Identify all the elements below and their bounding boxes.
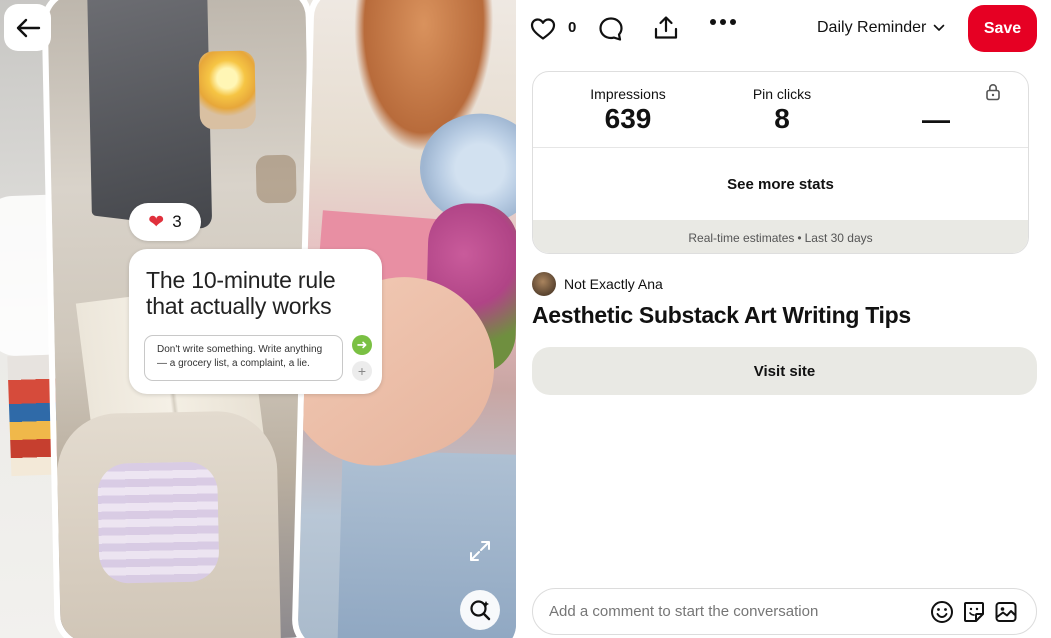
back-arrow-icon — [16, 18, 40, 37]
board-name: Daily Reminder — [817, 19, 927, 36]
pin-title: Aesthetic Substack Art Writing Tips — [532, 302, 911, 328]
impressions-value: 639 — [604, 103, 652, 134]
more-options-button[interactable] — [709, 18, 737, 26]
board-selector[interactable]: Daily Reminder — [817, 19, 945, 37]
author-row[interactable]: Not Exactly Ana — [532, 272, 663, 296]
impressions-stat: Impressions 639 — [573, 86, 683, 135]
sticker-button[interactable] — [961, 599, 987, 625]
pin-toolbar: 0 Daily Reminder Save — [516, 0, 1051, 58]
emoji-icon — [931, 601, 953, 623]
pin-clicks-value: 8 — [774, 103, 790, 134]
sticker-icon — [964, 602, 984, 622]
like-count: 0 — [568, 19, 577, 36]
visit-site-button[interactable]: Visit site — [532, 347, 1037, 395]
share-icon — [654, 16, 678, 39]
tip-card: The 10-minute rule that actually works D… — [129, 249, 382, 394]
impressions-label: Impressions — [590, 86, 666, 102]
like-button[interactable] — [530, 16, 556, 42]
chevron-down-icon — [934, 24, 945, 31]
send-arrow-icon: ➜ — [352, 335, 372, 355]
pin-clicks-label: Pin clicks — [752, 86, 812, 102]
stats-footer-period: Last 30 days — [804, 230, 873, 245]
plus-icon: + — [352, 361, 372, 381]
save-button[interactable]: Save — [968, 5, 1037, 52]
comment-input[interactable] — [549, 589, 919, 634]
author-name[interactable]: Not Exactly Ana — [564, 276, 663, 292]
gif-icon — [995, 602, 1017, 622]
tip-title: The 10-minute rule that actually works — [146, 267, 336, 319]
see-more-stats-button[interactable]: See more stats — [533, 148, 1028, 221]
stats-footer: Real-time estimates • Last 30 days — [533, 220, 1028, 253]
comment-bar — [532, 588, 1037, 635]
pin-details: 0 Daily Reminder Save Impressions 639 Pi… — [516, 0, 1051, 638]
stats-footer-estimates: Real-time estimates — [688, 230, 795, 245]
visual-search-icon — [470, 600, 491, 621]
comment-icon — [599, 17, 623, 41]
back-button[interactable] — [4, 4, 51, 51]
locked-stat-value: — — [922, 104, 950, 135]
stats-footer-separator: • — [797, 230, 802, 245]
expand-icon — [470, 541, 490, 561]
reaction-bubble: ❤ 3 — [129, 203, 201, 241]
pin-clicks-stat: Pin clicks 8 — [727, 86, 837, 135]
heart-icon — [530, 18, 556, 40]
stats-card: Impressions 639 Pin clicks 8 — See more … — [532, 71, 1029, 254]
pin-image[interactable]: ❤ 3 The 10-minute rule that actually wor… — [0, 0, 516, 638]
lock-icon — [986, 83, 1000, 101]
heart-icon: ❤ — [148, 211, 165, 233]
visual-search-button[interactable] — [460, 590, 500, 630]
share-button[interactable] — [653, 15, 679, 41]
image-button[interactable] — [993, 599, 1019, 625]
expand-button[interactable] — [460, 531, 500, 571]
reaction-count: 3 — [172, 212, 182, 231]
avatar[interactable] — [532, 272, 556, 296]
emoji-button[interactable] — [929, 599, 955, 625]
tip-body: Don't write something. Write anything — … — [144, 335, 343, 381]
more-icon — [710, 19, 736, 25]
comment-button[interactable] — [598, 16, 624, 42]
